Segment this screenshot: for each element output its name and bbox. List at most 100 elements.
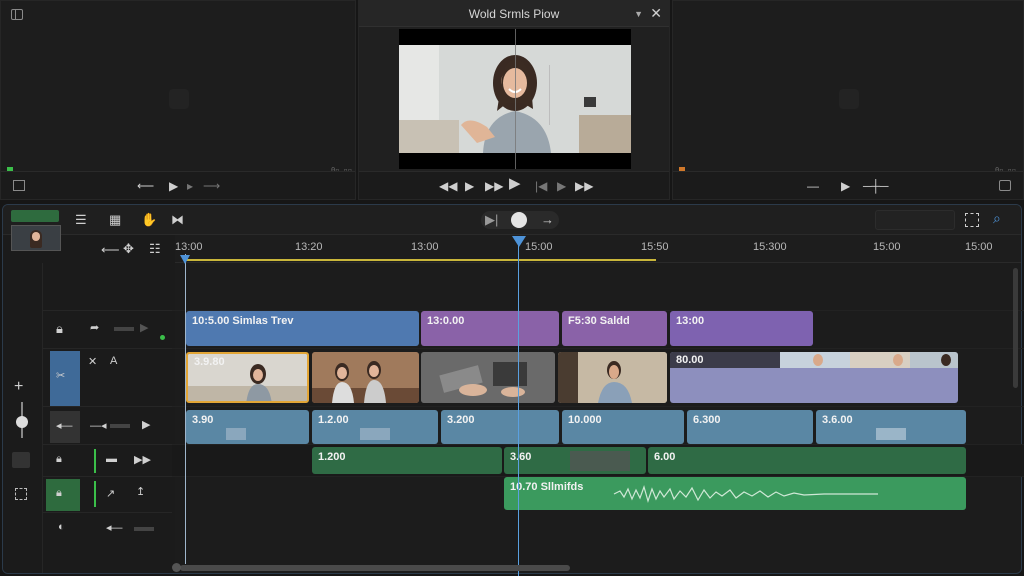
clip-v3-2[interactable]: 13:0.00 <box>421 311 559 346</box>
clip-label: 6.300 <box>693 414 721 426</box>
clip-v1-6[interactable]: 3.6.00 <box>816 410 966 444</box>
step-forward-icon[interactable]: ⟶ <box>203 179 220 193</box>
export-icon[interactable] <box>999 180 1011 191</box>
play-icon[interactable]: ▶ <box>465 179 474 193</box>
clip-v2-5[interactable]: 80.00 <box>670 352 958 403</box>
end-icon[interactable]: ▶▶ <box>575 179 593 193</box>
lock-icon[interactable]: 🔒︎ <box>56 321 63 337</box>
clip-v3-4[interactable]: 13:00 <box>670 311 813 346</box>
prev-frame-icon[interactable]: |◀ <box>535 179 547 193</box>
clip-v3-3[interactable]: F5:30 Saldd <box>562 311 667 346</box>
clip-v2-4[interactable] <box>558 352 667 403</box>
clip-a2-audio[interactable]: 10.70 Sllmifds <box>504 477 966 510</box>
track-select-a2[interactable] <box>46 479 80 511</box>
clip-v2-2[interactable] <box>312 352 419 403</box>
hand-icon[interactable]: ✋ <box>141 213 157 227</box>
frame-icon[interactable] <box>13 180 25 191</box>
undo-icon[interactable]: ⟵ <box>101 243 120 257</box>
in-point-marker[interactable] <box>180 255 190 264</box>
next-icon[interactable]: ▸ <box>187 179 193 193</box>
track-header-a2: 🔒︎ ↗ ↥ <box>42 476 172 512</box>
forward-icon[interactable]: ▶▶ <box>134 453 151 466</box>
track-color-bar <box>94 481 96 507</box>
arrow-left-icon[interactable]: ◂— <box>56 419 73 432</box>
track-slider[interactable] <box>134 527 154 531</box>
text-icon[interactable]: A <box>110 355 117 367</box>
track-header-a1: 🔒︎ ▬ ▶▶ <box>42 444 172 476</box>
grid-icon[interactable]: ▦ <box>109 213 121 227</box>
track-slider[interactable] <box>114 327 134 331</box>
zoom-knob[interactable] <box>16 416 28 428</box>
play-large-icon[interactable]: ▶ <box>509 176 521 191</box>
keyframe-icon[interactable]: ↗ <box>106 487 115 500</box>
clip-label: 80.00 <box>676 354 704 366</box>
clip-a1-1[interactable]: 1.200 <box>312 447 502 474</box>
timeline-ruler[interactable]: 13:00 13:20 13:00 15:00 15:50 15:300 15:… <box>175 235 1021 263</box>
next-edit-icon[interactable]: → <box>541 213 554 227</box>
work-area-bar[interactable] <box>186 259 656 261</box>
clip-v1-4[interactable]: 10.000 <box>562 410 684 444</box>
play-icon[interactable]: ▶ <box>841 179 850 193</box>
placeholder-icon <box>839 89 859 109</box>
timeline-thumbnail <box>11 225 61 251</box>
clip-v3-1[interactable]: 10:5.00 Simlas Trev <box>186 311 419 346</box>
clip-a1-2[interactable]: 3.60 <box>504 447 646 474</box>
monitor-icon[interactable]: ▬ <box>106 453 117 465</box>
fast-forward-icon[interactable]: ▶▶ <box>485 179 503 193</box>
clip-a1-3[interactable]: 6.00 <box>648 447 966 474</box>
solo-icon[interactable]: ◐ <box>58 521 65 533</box>
horizontal-scrollbar[interactable] <box>180 565 570 571</box>
upload-icon[interactable]: ↥ <box>136 485 145 498</box>
split-icon[interactable]: ─┼─ <box>863 179 889 193</box>
track-slider[interactable] <box>110 424 130 428</box>
playhead-line[interactable] <box>518 236 519 576</box>
close-icon[interactable]: ✕ <box>88 355 97 368</box>
scroll-left-button[interactable] <box>172 563 181 572</box>
dropdown-icon[interactable]: ▼ <box>634 9 643 19</box>
clip-label: F5:30 Saldd <box>568 315 630 327</box>
trim-left-icon[interactable]: —◂ <box>90 419 107 432</box>
clip-v1-5[interactable]: 6.300 <box>687 410 813 444</box>
clip-thumb <box>226 428 246 440</box>
toggle-knob[interactable] <box>511 212 527 228</box>
minus-icon[interactable]: — <box>807 179 819 193</box>
selection-icon[interactable] <box>965 213 979 227</box>
rewind-icon[interactable]: ◀◀ <box>439 179 457 193</box>
clip-v2-1[interactable]: 3.9.80 <box>186 352 309 403</box>
crop-icon[interactable]: ✂ <box>56 369 65 382</box>
panel-layout-icon[interactable] <box>11 9 23 20</box>
in-point-line <box>185 254 186 564</box>
close-icon[interactable]: ✕ <box>650 5 662 22</box>
search-icon[interactable]: ⌕ <box>993 211 1001 225</box>
trim-icon[interactable]: ⧓ <box>171 213 184 227</box>
snap-icon[interactable] <box>12 452 30 468</box>
play-icon[interactable]: ▶ <box>142 418 150 431</box>
prev-edit-icon[interactable]: ▶| <box>485 213 498 227</box>
options-icon[interactable]: ☷ <box>149 242 161 256</box>
marquee-icon[interactable] <box>15 488 27 500</box>
lock-icon[interactable]: 🔒︎ <box>56 453 62 466</box>
clip-v2-3[interactable] <box>421 352 555 403</box>
clip-label: 13:00 <box>676 315 705 327</box>
clip-v1-3[interactable]: 3.200 <box>441 410 559 444</box>
step-back-icon[interactable]: ⟵ <box>137 179 154 193</box>
play-icon[interactable]: ▶ <box>169 179 178 193</box>
clip-label: 1.200 <box>318 451 346 463</box>
reference-monitor: 0▫ ▫▫ — ▶ ─┼─ <box>672 0 1024 200</box>
timeline-search-field[interactable] <box>875 210 955 230</box>
add-track-icon[interactable]: + <box>14 378 23 396</box>
audio-waveform <box>613 485 878 504</box>
clip-thumbnail <box>312 352 419 403</box>
move-icon[interactable]: ✥ <box>123 242 134 256</box>
layout-toggle[interactable] <box>11 210 59 222</box>
vertical-scrollbar[interactable] <box>1013 268 1018 388</box>
next-frame-icon[interactable]: ▶ <box>557 179 566 193</box>
trim-left-icon[interactable]: ◂— <box>106 521 123 534</box>
forward-icon[interactable]: ▶ <box>140 321 148 334</box>
clip-v1-1[interactable]: 3.90 <box>186 410 309 444</box>
list-icon[interactable]: ☰ <box>75 213 87 227</box>
lock-icon[interactable]: 🔒︎ <box>56 487 62 500</box>
clip-v1-2[interactable]: 1.2.00 <box>312 410 438 444</box>
redo-icon[interactable]: ➦ <box>90 321 99 334</box>
playhead-handle[interactable] <box>512 236 526 247</box>
